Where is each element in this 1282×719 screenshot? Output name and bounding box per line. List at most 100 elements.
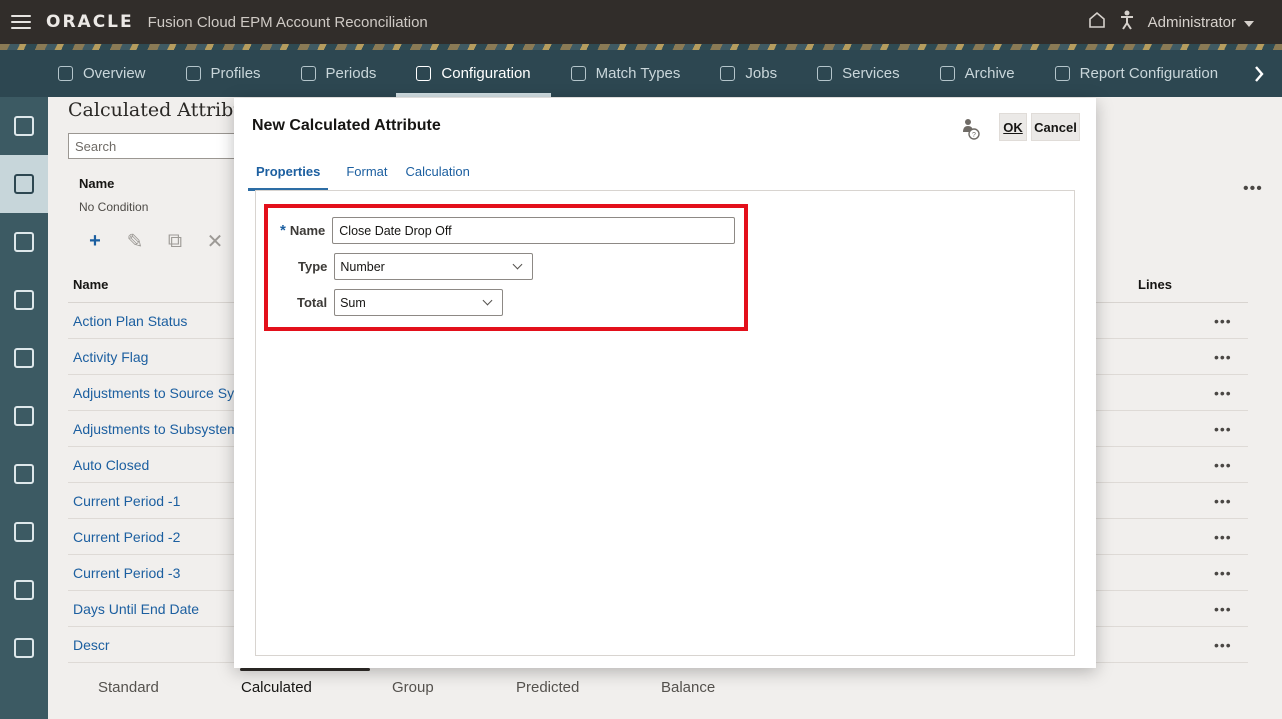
toolbar: + ✎ ⧉ ✕ <box>84 229 226 254</box>
attribute-link[interactable]: Action Plan Status <box>68 313 187 329</box>
dialog-title: New Calculated Attribute <box>252 117 441 134</box>
row-actions-icon[interactable]: ••• <box>1214 421 1232 437</box>
app-title: Fusion Cloud EPM Account Reconciliation <box>147 13 428 31</box>
services-icon <box>817 66 833 81</box>
more-options-icon[interactable]: ••• <box>1243 180 1263 198</box>
attribute-link[interactable]: Days Until End Date <box>68 601 199 617</box>
rail-settings-list[interactable] <box>0 329 48 387</box>
required-indicator: * <box>280 222 286 239</box>
search-input[interactable]: Search <box>68 133 238 159</box>
tab-standard[interactable]: Standard <box>98 679 159 696</box>
rail-notifications[interactable] <box>0 97 48 155</box>
left-rail <box>0 97 48 719</box>
match-types-icon <box>570 66 586 81</box>
new-calculated-attribute-dialog: New Calculated Attribute ? OK Cancel Pro… <box>234 98 1096 668</box>
attribute-link[interactable]: Current Period -1 <box>68 493 180 509</box>
tab-jobs[interactable]: Jobs <box>700 50 797 97</box>
duplicate-icon[interactable]: ⧉ <box>164 230 186 253</box>
menu-icon[interactable] <box>11 15 31 29</box>
row-actions-icon[interactable]: ••• <box>1214 529 1232 545</box>
tab-calculation[interactable]: Calculation <box>405 164 469 191</box>
total-select[interactable]: Sum <box>334 289 504 316</box>
tab-label: Periods <box>325 65 377 82</box>
rail-lists[interactable] <box>0 503 48 561</box>
row-actions-icon[interactable]: ••• <box>1214 565 1232 581</box>
rail-filters[interactable] <box>0 445 48 503</box>
row-actions-icon[interactable]: ••• <box>1214 601 1232 617</box>
row-actions-icon[interactable]: ••• <box>1214 313 1232 329</box>
tab-format[interactable]: Format <box>346 164 387 191</box>
total-row: Total Sum <box>297 289 504 316</box>
row-actions-icon[interactable]: ••• <box>1214 349 1232 365</box>
tab-match-types[interactable]: Match Types <box>551 50 701 97</box>
tab-report-configuration[interactable]: Report Configuration <box>1035 50 1238 97</box>
attribute-link[interactable]: Current Period -2 <box>68 529 180 545</box>
top-header: ORACLE Fusion Cloud EPM Account Reconcil… <box>0 0 1282 44</box>
delete-icon[interactable]: ✕ <box>204 229 226 254</box>
svg-text:?: ? <box>972 132 976 139</box>
tab-predicted[interactable]: Predicted <box>516 679 579 696</box>
accessibility-icon[interactable] <box>1120 10 1134 34</box>
tab-group[interactable]: Group <box>392 679 434 696</box>
filter-label[interactable]: Name <box>79 176 114 191</box>
transfer-icon <box>14 290 34 310</box>
attribute-link[interactable]: Adjustments to Subsystem <box>68 421 239 437</box>
attribute-link[interactable]: Current Period -3 <box>68 565 180 581</box>
filter-value: No Condition <box>79 200 149 214</box>
type-row: Type Number <box>298 253 534 280</box>
lists-icon <box>14 522 34 542</box>
name-label: Name <box>289 223 326 238</box>
tab-label: Match Types <box>595 65 681 82</box>
dialog-tabs: Properties Format Calculation <box>248 164 470 191</box>
formats-icon <box>14 232 34 252</box>
total-label: Total <box>297 295 328 310</box>
column-lines[interactable]: Lines <box>1138 277 1172 292</box>
settings-list-icon <box>14 348 34 368</box>
jobs-icon <box>720 66 736 81</box>
rail-calculator[interactable] <box>0 619 48 677</box>
rail-transfer[interactable] <box>0 271 48 329</box>
attribute-link[interactable]: Auto Closed <box>68 457 149 473</box>
help-icon[interactable]: ? <box>962 118 980 140</box>
attribute-type-tabs: Standard Calculated Group Predicted Bala… <box>48 668 1282 719</box>
tab-periods[interactable]: Periods <box>281 50 397 97</box>
tab-label: Profiles <box>210 65 261 82</box>
tab-archive[interactable]: Archive <box>920 50 1035 97</box>
home-icon[interactable] <box>1088 11 1106 33</box>
tab-label: Overview <box>83 65 146 82</box>
rail-formats[interactable] <box>0 213 48 271</box>
name-field[interactable]: Close Date Drop Off <box>332 217 736 244</box>
add-icon[interactable]: + <box>84 230 106 253</box>
attribute-link[interactable]: Descr <box>68 637 110 653</box>
settings-flow-icon <box>14 174 34 194</box>
oracle-logo: ORACLE <box>46 12 134 32</box>
caret-down-icon <box>1244 14 1254 31</box>
edit-icon[interactable]: ✎ <box>124 229 146 254</box>
report-configuration-icon <box>1054 66 1070 81</box>
row-actions-icon[interactable]: ••• <box>1214 385 1232 401</box>
tab-label: Jobs <box>745 65 778 82</box>
nav-next-button[interactable] <box>1236 50 1282 97</box>
tab-profiles[interactable]: Profiles <box>166 50 281 97</box>
cancel-button[interactable]: Cancel <box>1031 113 1080 141</box>
tab-label: Report Configuration <box>1079 65 1219 82</box>
rail-clipboard[interactable] <box>0 387 48 445</box>
views-icon <box>14 580 34 600</box>
tab-configuration[interactable]: Configuration <box>396 50 551 97</box>
tab-services[interactable]: Services <box>797 50 920 97</box>
tab-overview[interactable]: Overview <box>38 50 166 97</box>
type-select[interactable]: Number <box>334 253 534 280</box>
clipboard-icon <box>14 406 34 426</box>
attribute-link[interactable]: Activity Flag <box>68 349 148 365</box>
row-actions-icon[interactable]: ••• <box>1214 457 1232 473</box>
row-actions-icon[interactable]: ••• <box>1214 637 1232 653</box>
tab-calculated[interactable]: Calculated <box>241 679 312 696</box>
row-actions-icon[interactable]: ••• <box>1214 493 1232 509</box>
rail-views[interactable] <box>0 561 48 619</box>
tab-balance[interactable]: Balance <box>661 679 715 696</box>
column-name[interactable]: Name <box>68 277 108 292</box>
ok-button[interactable]: OK <box>999 113 1027 141</box>
tab-properties[interactable]: Properties <box>248 164 329 191</box>
rail-configuration[interactable] <box>0 155 48 213</box>
user-menu[interactable]: Administrator <box>1148 14 1254 31</box>
